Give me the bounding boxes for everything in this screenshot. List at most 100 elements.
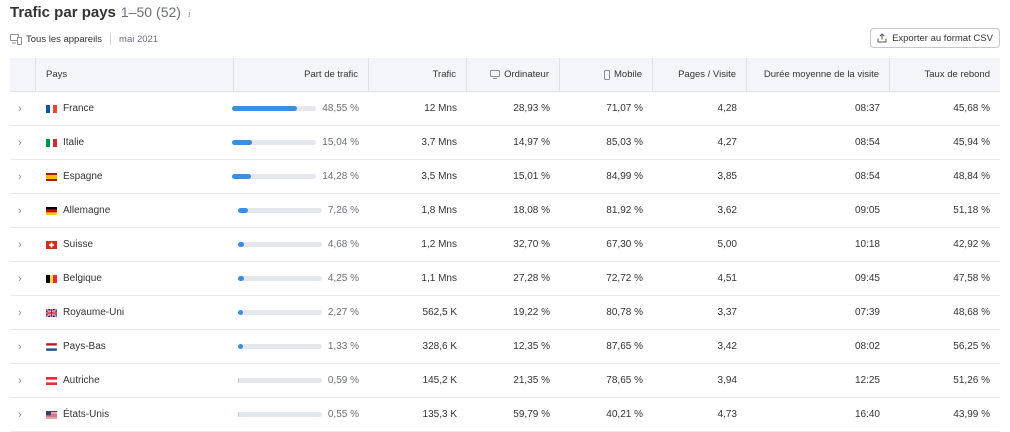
cell-country[interactable]: Royaume-Uni (36, 296, 234, 330)
traffic-share-value: 0,55 % (327, 409, 359, 420)
page-title: Trafic par pays (10, 4, 116, 21)
column-bounce-rate[interactable]: Taux de rebond (890, 58, 1000, 92)
chevron-right-icon: › (18, 170, 22, 183)
traffic-share-bar-fill (237, 310, 243, 315)
traffic-share-bar-fill (232, 140, 253, 145)
expand-row-button[interactable]: › (10, 398, 36, 432)
cell-traffic: 562,5 K (422, 307, 457, 318)
cell-mobile: 72,72 % (606, 273, 643, 284)
column-pages-per-visit[interactable]: Pages / Visite (653, 57, 747, 92)
cell-pages-per-visit: 4,28 (717, 103, 737, 114)
traffic-share-bar-fill (237, 208, 248, 213)
info-icon[interactable]: i (187, 8, 197, 20)
cell-desktop: 32,70 % (513, 239, 550, 250)
chevron-right-icon: › (18, 374, 22, 387)
flag-ch-icon (46, 240, 57, 249)
table-row[interactable]: › États-Unis 0,55 % 135,3 K 59,79 % 40,2… (10, 398, 1000, 432)
table-row[interactable]: › Autriche 0,59 % 145,2 K 21,35 % 78,65 … (10, 364, 1000, 398)
country-name: Italie (63, 137, 85, 148)
expand-row-button[interactable]: › (10, 330, 36, 364)
table-row[interactable]: › Royaume-Uni 2,27 % 562,5 K 19,22 % 80,… (10, 296, 1000, 330)
column-avg-duration[interactable]: Durée moyenne de la visite (747, 57, 890, 92)
cell-country[interactable]: Suisse (36, 228, 234, 262)
expand-row-button[interactable]: › (10, 364, 36, 398)
expand-row-button[interactable]: › (10, 160, 36, 194)
cell-avg-duration: 12:25 (854, 375, 880, 386)
chevron-right-icon: › (18, 102, 22, 115)
expand-row-button[interactable]: › (10, 262, 36, 296)
table-row[interactable]: › Allemagne 7,26 % 1,8 Mns 18,08 % 81,92… (10, 194, 1000, 228)
column-traffic[interactable]: Trafic (369, 57, 467, 92)
expand-row-button[interactable]: › (10, 296, 36, 330)
cell-mobile: 84,99 % (606, 171, 643, 182)
cell-country[interactable]: Allemagne (36, 194, 234, 228)
column-desktop-label: Ordinateur (504, 69, 549, 80)
cell-mobile: 81,92 % (606, 205, 643, 216)
expand-row-button[interactable]: › (10, 92, 36, 126)
cell-mobile: 67,30 % (606, 239, 643, 250)
cell-country[interactable]: Espagne (36, 160, 234, 194)
cell-bounce-rate: 48,68 % (953, 307, 990, 318)
cell-country[interactable]: Pays-Bas (36, 330, 234, 364)
cell-bounce-rate: 42,92 % (953, 239, 990, 250)
cell-country[interactable]: Autriche (36, 364, 234, 398)
cell-avg-duration: 08:02 (854, 341, 880, 352)
expand-row-button[interactable]: › (10, 194, 36, 228)
traffic-share-value: 14,28 % (322, 171, 359, 182)
table-row[interactable]: › France 48,55 % 12 Mns 28,93 % 71,07 % … (10, 92, 1000, 126)
cell-traffic-share: 2,27 % (234, 296, 369, 330)
cell-traffic-share: 1,33 % (234, 330, 369, 364)
column-country[interactable]: Pays (36, 57, 234, 92)
flag-fr-icon (46, 104, 57, 113)
traffic-share-value: 2,27 % (327, 307, 359, 318)
cell-traffic-share: 4,25 % (234, 262, 369, 296)
table-row[interactable]: › Belgique 4,25 % 1,1 Mns 27,28 % 72,72 … (10, 262, 1000, 296)
table-row[interactable]: › Italie 15,04 % 3,7 Mns 14,97 % 85,03 %… (10, 126, 1000, 160)
table-row[interactable]: › Pays-Bas 1,33 % 328,6 K 12,35 % 87,65 … (10, 330, 1000, 364)
cell-bounce-rate: 48,84 % (953, 171, 990, 182)
traffic-share-bar (237, 276, 322, 281)
cell-traffic-share: 4,68 % (234, 228, 369, 262)
cell-mobile: 71,07 % (606, 103, 643, 114)
export-icon (877, 33, 887, 43)
cell-avg-duration: 09:05 (854, 205, 880, 216)
date-label: mai 2021 (119, 33, 159, 45)
cell-avg-duration: 08:37 (854, 103, 880, 114)
cell-country[interactable]: Belgique (36, 262, 234, 296)
column-traffic-share[interactable]: Part de trafic (234, 57, 369, 92)
traffic-share-value: 4,68 % (327, 239, 359, 250)
cell-traffic: 12 Mns (424, 103, 457, 114)
table-row[interactable]: › Espagne 14,28 % 3,5 Mns 15,01 % 84,99 … (10, 160, 1000, 194)
cell-mobile: 85,03 % (606, 137, 643, 148)
country-traffic-table: Pays Part de trafic Trafic Ordinateur Mo… (10, 57, 1000, 432)
column-mobile-label: Mobile (614, 69, 642, 80)
chevron-right-icon: › (18, 272, 22, 285)
table-row[interactable]: › Suisse 4,68 % 1,2 Mns 32,70 % 67,30 % … (10, 228, 1000, 262)
export-csv-button[interactable]: Exporter au format CSV (870, 28, 1000, 48)
chevron-right-icon: › (18, 340, 22, 353)
cell-traffic-share: 7,26 % (234, 194, 369, 228)
cell-pages-per-visit: 3,62 (717, 205, 737, 216)
devices-icon (10, 33, 22, 45)
cell-desktop: 21,35 % (513, 375, 550, 386)
flag-be-icon (46, 274, 57, 283)
cell-traffic: 1,8 Mns (421, 205, 457, 216)
cell-mobile: 40,21 % (606, 409, 643, 420)
flag-at-icon (46, 376, 57, 385)
expand-row-button[interactable]: › (10, 228, 36, 262)
column-mobile[interactable]: Mobile (560, 57, 653, 92)
traffic-share-bar (232, 106, 317, 111)
traffic-share-bar (237, 208, 322, 213)
cell-country[interactable]: France (36, 92, 234, 126)
cell-country[interactable]: Italie (36, 126, 234, 160)
cell-desktop: 14,97 % (513, 137, 550, 148)
chevron-right-icon: › (18, 204, 22, 217)
chevron-right-icon: › (18, 408, 22, 421)
traffic-share-bar (232, 140, 317, 145)
column-desktop[interactable]: Ordinateur (467, 57, 560, 92)
cell-country[interactable]: États-Unis (36, 398, 234, 432)
devices-filter[interactable]: Tous les appareils (26, 34, 102, 45)
expand-row-button[interactable]: › (10, 126, 36, 160)
cell-desktop: 59,79 % (513, 409, 550, 420)
cell-traffic-share: 48,55 % (232, 92, 369, 126)
